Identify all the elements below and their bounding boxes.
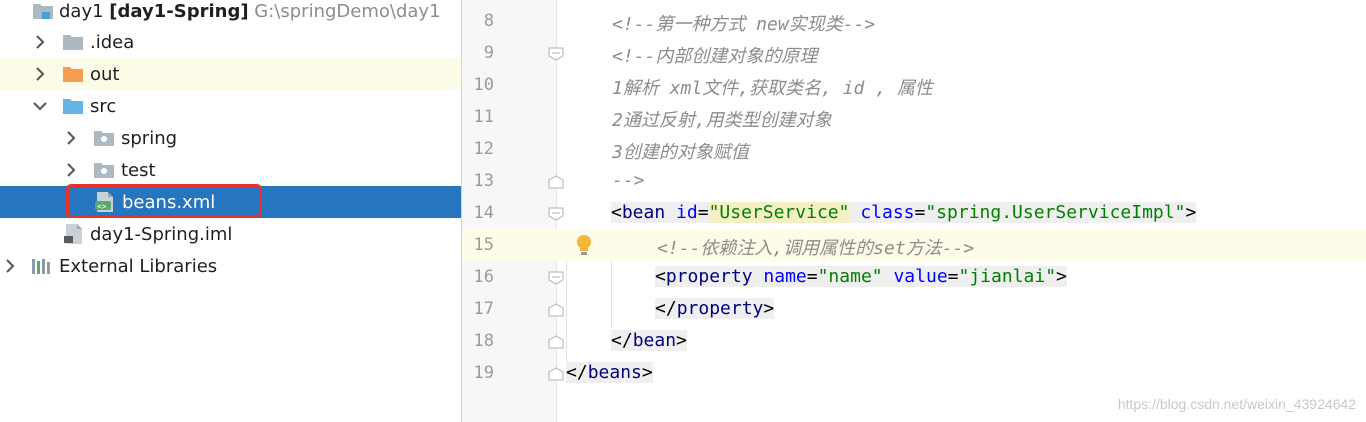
fold-open-icon[interactable] (548, 270, 564, 289)
code-line[interactable]: 13 --> (462, 165, 1366, 197)
chevron-right-icon[interactable] (2, 258, 18, 274)
bean-close-tag: </bean> (611, 330, 687, 351)
lightbulb-icon[interactable] (574, 233, 594, 261)
line-number: 8 (483, 11, 494, 31)
fold-close-icon[interactable] (548, 174, 564, 193)
code-line[interactable]: 16 <property name="name" value="jianlai"… (462, 261, 1366, 293)
line-number: 9 (483, 43, 494, 63)
chevron-right-icon[interactable] (32, 34, 48, 50)
project-name: day1 (59, 1, 104, 22)
code-line[interactable]: 9 <!--内部创建对象的原理 (462, 37, 1366, 69)
code-comment: 2通过反射,用类型创建对象 (612, 110, 832, 131)
code-comment: 3创建的对象赋值 (612, 142, 749, 163)
tree-item-out[interactable]: out (0, 58, 461, 90)
watermark: https://blog.csdn.net/weixin_43924642 (1117, 396, 1356, 412)
code-line[interactable]: 11 2通过反射,用类型创建对象 (462, 101, 1366, 133)
tree-item-label: out (90, 64, 120, 85)
line-number: 11 (473, 107, 494, 127)
line-number: 14 (473, 203, 494, 223)
project-tree-panel: day1 [day1-Spring] G:\springDemo\day1 .i… (0, 0, 461, 422)
chevron-right-icon[interactable] (63, 162, 79, 178)
tree-item-label: day1-Spring.iml (90, 224, 233, 245)
fold-open-icon[interactable] (548, 206, 564, 225)
fold-close-icon[interactable] (548, 366, 564, 385)
code-comment: <!--内部创建对象的原理 (612, 46, 818, 67)
tree-item-idea[interactable]: .idea (0, 26, 461, 58)
libraries-icon (31, 256, 53, 280)
line-number: 18 (473, 331, 494, 351)
line-number: 19 (473, 363, 494, 383)
tree-item-src[interactable]: src (0, 90, 461, 122)
folder-icon (62, 32, 84, 56)
property-close-tag: </property> (655, 298, 775, 319)
tree-item-label: .idea (90, 32, 135, 53)
beans-close-tag: </beans> (566, 362, 653, 383)
code-line[interactable]: 18 </bean> (462, 325, 1366, 357)
output-folder-icon (62, 64, 84, 88)
module-name: [day1-Spring] (109, 1, 249, 22)
iml-file-icon (63, 223, 85, 249)
tree-item-day1[interactable]: day1 [day1-Spring] G:\springDemo\day1 (0, 0, 461, 27)
code-line[interactable]: 8 <!--第一种方式 new实现类--> (462, 5, 1366, 37)
fold-open-icon[interactable] (548, 46, 564, 65)
tree-item-external-libraries[interactable]: External Libraries (0, 250, 461, 282)
chevron-right-icon[interactable] (63, 130, 79, 146)
highlight-box (66, 184, 262, 218)
module-folder-icon (32, 1, 54, 25)
tree-item-label: spring (121, 128, 178, 149)
code-comment: --> (612, 170, 645, 191)
chevron-down-icon[interactable] (32, 98, 48, 114)
chevron-right-icon[interactable] (32, 66, 48, 82)
code-comment: <!--依赖注入,调用属性的set方法--> (657, 238, 975, 259)
line-number: 17 (473, 299, 494, 319)
line-number: 15 (473, 235, 494, 255)
code-editor[interactable]: 8 <!--第一种方式 new实现类--> 9 <!--内部创建对象的原理 10… (462, 0, 1366, 422)
tree-item-test[interactable]: test (0, 154, 461, 186)
bean-open-tag: <bean id="UserService" class="spring.Use… (611, 202, 1197, 223)
project-path: G:\springDemo\day1 (254, 1, 441, 22)
tree-item-label: test (121, 160, 156, 181)
line-number: 10 (473, 75, 494, 95)
tree-item-iml[interactable]: day1-Spring.iml (0, 218, 461, 250)
code-comment: <!--第一种方式 new实现类--> (612, 14, 876, 35)
code-line[interactable]: 10 1解析 xml文件,获取类名, id , 属性 (462, 69, 1366, 101)
line-number: 16 (473, 267, 494, 287)
property-open-tag: <property name="name" value="jianlai"> (655, 266, 1067, 287)
tree-item-label: src (90, 96, 117, 117)
line-number: 12 (473, 139, 494, 159)
tree-item-spring[interactable]: spring (0, 122, 461, 154)
code-line-current[interactable]: 15 <!--依赖注入,调用属性的set方法--> (462, 229, 1366, 261)
line-number: 13 (473, 171, 494, 191)
code-line[interactable]: 12 3创建的对象赋值 (462, 133, 1366, 165)
fold-close-icon[interactable] (548, 302, 564, 321)
code-line[interactable]: 19 </beans> (462, 357, 1366, 389)
code-line[interactable]: 14 <bean id="UserService" class="spring.… (462, 197, 1366, 229)
source-folder-icon (62, 96, 84, 120)
package-icon (93, 128, 115, 152)
tree-item-label: External Libraries (59, 256, 218, 277)
fold-close-icon[interactable] (548, 334, 564, 353)
package-icon (93, 160, 115, 184)
code-comment: 1解析 xml文件,获取类名, id , 属性 (612, 78, 933, 99)
code-line[interactable]: 17 </property> (462, 293, 1366, 325)
